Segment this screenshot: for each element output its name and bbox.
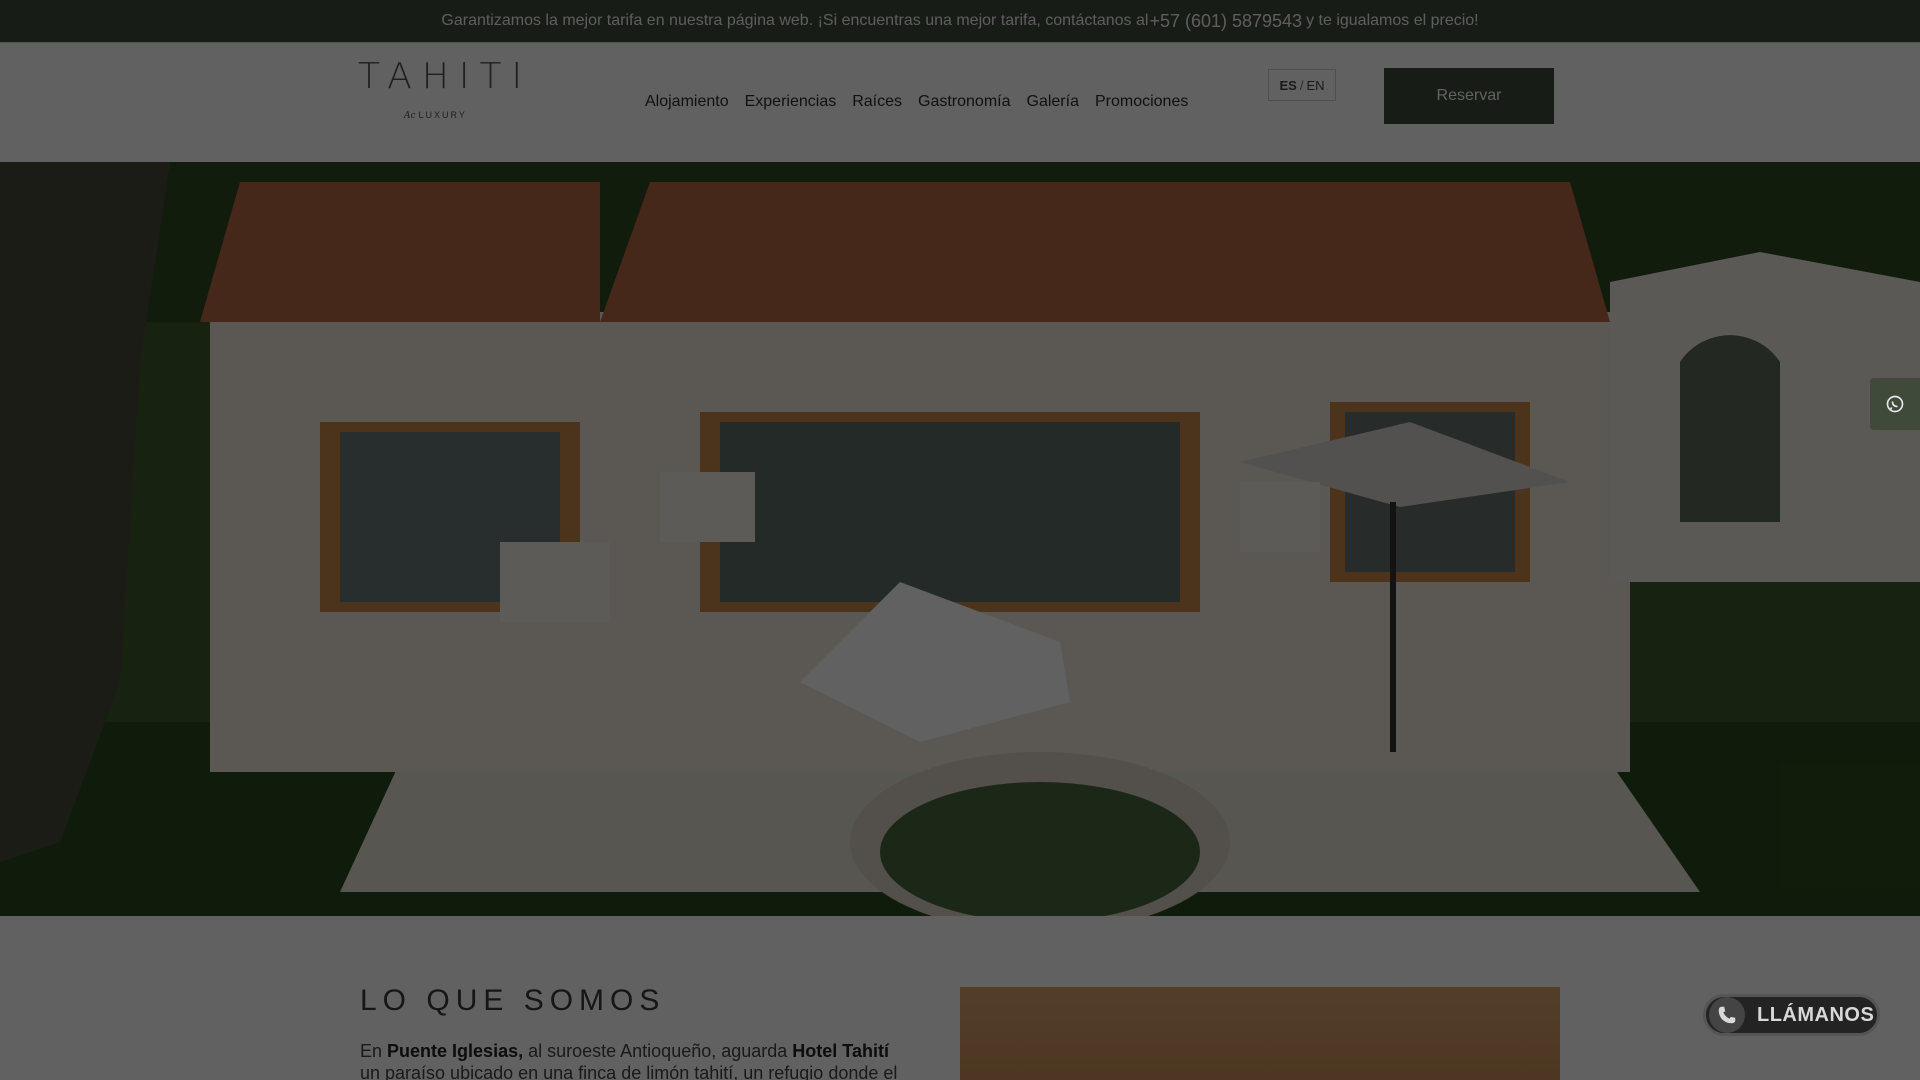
logo-tagline: Ac LUXURY bbox=[404, 110, 467, 121]
promo-text: Garantizamos la mejor tarifa en nuestra … bbox=[441, 12, 1149, 29]
whatsapp-button[interactable] bbox=[1870, 378, 1920, 430]
logo[interactable]: TAHITI Ac LUXURY bbox=[358, 56, 533, 126]
promo-bar: Garantizamos la mejor tarifa en nuestra … bbox=[0, 0, 1920, 42]
site-header: TAHITI Ac LUXURY Alojamiento Experiencias… bbox=[0, 42, 1920, 162]
hero-photo bbox=[0, 162, 1920, 916]
nav-item-alojamiento[interactable]: Alojamiento bbox=[645, 93, 729, 111]
about-title: LO QUE SOMOS bbox=[360, 984, 666, 1017]
call-button[interactable]: LLÁMANOS bbox=[1703, 994, 1880, 1036]
main-nav: Alojamiento Experiencias Raíces Gastrono… bbox=[645, 93, 1188, 111]
promo-text-end: y te igualamos el precio! bbox=[1306, 12, 1479, 29]
phone-icon bbox=[1709, 997, 1745, 1033]
whatsapp-icon bbox=[1886, 395, 1904, 413]
nav-item-promociones[interactable]: Promociones bbox=[1095, 93, 1188, 111]
nav-item-experiencias[interactable]: Experiencias bbox=[745, 93, 837, 111]
lang-en[interactable]: EN bbox=[1306, 78, 1324, 93]
promo-phone-link[interactable]: +57 (601) 5879543 bbox=[1149, 11, 1302, 32]
reserve-button[interactable]: Reservar bbox=[1384, 68, 1554, 124]
call-button-label: LLÁMANOS bbox=[1757, 1003, 1875, 1026]
lang-es[interactable]: ES bbox=[1279, 78, 1296, 93]
nav-item-galeria[interactable]: Galería bbox=[1027, 93, 1079, 111]
nav-item-gastronomia[interactable]: Gastronomía bbox=[918, 93, 1010, 111]
about-text: En Puente Iglesias, al suroeste Antioque… bbox=[360, 1041, 898, 1080]
lang-separator: / bbox=[1299, 77, 1304, 93]
nav-item-raices[interactable]: Raíces bbox=[852, 93, 902, 111]
logo-wordmark: TAHITI bbox=[358, 56, 533, 97]
language-switcher: ES / EN bbox=[1268, 69, 1336, 101]
hero-image bbox=[0, 162, 1920, 916]
about-image bbox=[960, 987, 1560, 1080]
about-section: LO QUE SOMOS En Puente Iglesias, al suro… bbox=[0, 916, 1920, 1080]
